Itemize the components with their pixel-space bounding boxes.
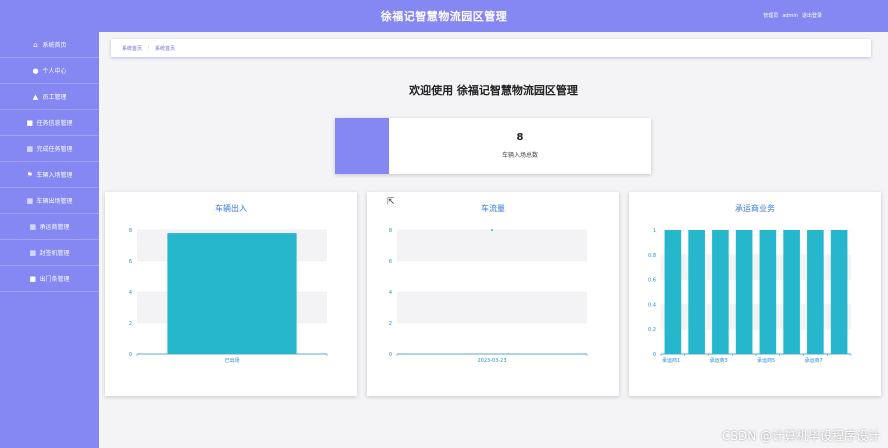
welcome-title: 欢迎使用 徐福记智慧物流园区管理 [409, 84, 578, 97]
stat-value: 8 [516, 132, 524, 143]
sidebar-item-label: 完成任务管理 [36, 146, 73, 153]
sidebar: ⌂ 系统首页 ● 个人中心 ▲ 员工管理 ■ 任务信息管理 ▦ 完成任务管理 ⚑ 车辆入场管… [0, 32, 99, 448]
sidebar-item-vehicle-entry[interactable]: ⚑ 车辆入场管理 [0, 162, 99, 188]
sidebar-item-home[interactable]: ⌂ 系统首页 [0, 32, 99, 58]
y-tick-label: 0 [389, 352, 392, 358]
app-title: 徐福记智慧物流园区管理 [380, 10, 508, 23]
y-tick-label: 0.8 [648, 253, 656, 259]
bar [735, 230, 753, 354]
sidebar-item-carriers[interactable]: ▦ 承运商管理 [0, 214, 99, 240]
sidebar-item-label: 出门条管理 [39, 276, 70, 283]
grid-band [397, 230, 587, 261]
clipboard-icon: ■ [29, 274, 37, 283]
x-tick-label: 承运商1 [662, 357, 680, 364]
stat-label: 车辆入场总数 [501, 152, 538, 159]
y-tick-label: 0.6 [648, 278, 656, 284]
bar [712, 230, 729, 354]
sidebar-item-label: 个人中心 [42, 68, 67, 75]
sidebar-item-label: 封签机管理 [39, 250, 70, 257]
y-tick-label: 8 [129, 228, 132, 234]
home-icon: ⌂ [33, 40, 38, 49]
y-tick-label: 0 [653, 352, 656, 358]
y-tick-label: 1 [653, 228, 656, 234]
y-tick-label: 6 [129, 259, 132, 265]
breadcrumb: 系统首页 ⋮ 系统首页 [111, 39, 871, 57]
y-tick-label: 8 [389, 228, 392, 234]
sidebar-item-staff[interactable]: ▲ 员工管理 [0, 84, 99, 110]
sidebar-item-label: 承运商管理 [39, 224, 70, 231]
sidebar-item-label: 系统首页 [42, 42, 67, 49]
clipboard-icon: ■ [26, 118, 34, 127]
top-bar: 徐福记智慧物流园区管理 管理员 admin 退出登录 [0, 0, 888, 32]
y-tick-label: 4 [129, 290, 132, 296]
mouse-cursor-icon: ⇱ [387, 197, 395, 207]
sidebar-item-tasks[interactable]: ■ 任务信息管理 [0, 110, 99, 136]
sidebar-item-label: 员工管理 [42, 94, 67, 101]
bar [664, 230, 682, 354]
x-tick-label: 承运商3 [710, 357, 728, 364]
bar [759, 230, 777, 354]
username: admin [782, 13, 798, 19]
x-tick-label: 承运商5 [757, 357, 775, 364]
breadcrumb-home[interactable]: 系统首页 [122, 45, 142, 52]
sidebar-item-sealers[interactable]: ▦ 封签机管理 [0, 240, 99, 266]
logout-link[interactable]: 退出登录 [802, 13, 822, 19]
sidebar-item-profile[interactable]: ● 个人中心 [0, 58, 99, 84]
bar [783, 230, 800, 354]
carrier-business-panel: 承运商业务 0 0.2 0.4 0.6 0.8 1 承运商1 承运商3 承运商5 承运商7 [629, 192, 881, 396]
stat-color-block [335, 118, 389, 174]
user-icon: ● [32, 66, 39, 75]
x-tick-label: 已出场 [224, 357, 239, 364]
vehicle-in-out-panel: 车辆出入 0 2 4 6 8 已出场 [105, 192, 357, 396]
y-tick-label: 0 [129, 352, 132, 358]
data-point [491, 229, 493, 231]
grid-band [397, 292, 587, 323]
bar [688, 230, 705, 354]
sidebar-item-label: 任务信息管理 [36, 120, 73, 127]
x-tick-label: 承运商7 [805, 357, 823, 364]
x-tick-label: 2023-03-23 [477, 358, 506, 364]
grid-icon: ▦ [29, 248, 37, 257]
y-tick-label: 4 [389, 290, 392, 296]
y-tick-label: 2 [129, 321, 132, 327]
grid-icon: ▦ [26, 144, 34, 153]
vehicle-in-out-chart: 0 2 4 6 8 已出场 [129, 228, 328, 364]
vehicle-entry-stat-card: 8 车辆入场总数 [335, 118, 651, 174]
sidebar-item-vehicle-exit[interactable]: ▦ 车辆出场管理 [0, 188, 99, 214]
watermark: CSDN @计算机毕设程序设计 [721, 429, 880, 443]
sidebar-item-label: 车辆入场管理 [36, 172, 73, 179]
breadcrumb-current: 系统首页 [155, 45, 176, 52]
y-tick-label: 0.2 [648, 327, 656, 333]
traffic-volume-chart: 0 2 4 6 8 2023-03-23 [389, 228, 588, 364]
bank-icon: ▲ [32, 92, 39, 101]
sidebar-item-label: 车辆出场管理 [36, 198, 73, 205]
user-role: 管理员 [763, 13, 779, 19]
carrier-business-chart: 0 0.2 0.4 0.6 0.8 1 承运商1 承运商3 承运商5 承运商7 [648, 228, 852, 364]
sidebar-item-completed-tasks[interactable]: ▦ 完成任务管理 [0, 136, 99, 162]
grid-icon: ▦ [26, 196, 34, 205]
bar [830, 230, 848, 354]
y-tick-label: 2 [389, 321, 392, 327]
y-tick-label: 0.4 [648, 302, 656, 308]
bar [807, 230, 824, 354]
flag-icon: ⚑ [26, 170, 33, 179]
sidebar-item-exit-passes[interactable]: ■ 出门条管理 [0, 266, 99, 292]
grid-icon: ▦ [29, 222, 37, 231]
traffic-volume-panel: 车流量 0 2 4 6 8 2023-03-23 [367, 192, 619, 396]
user-info: 管理员 admin 退出登录 [759, 12, 822, 19]
y-tick-label: 6 [389, 259, 392, 265]
bar [167, 233, 297, 354]
breadcrumb-separator: ⋮ [146, 45, 152, 51]
main-content: 系统首页 ⋮ 系统首页 欢迎使用 徐福记智慧物流园区管理 8 车辆入场总数 车辆… [99, 32, 888, 448]
